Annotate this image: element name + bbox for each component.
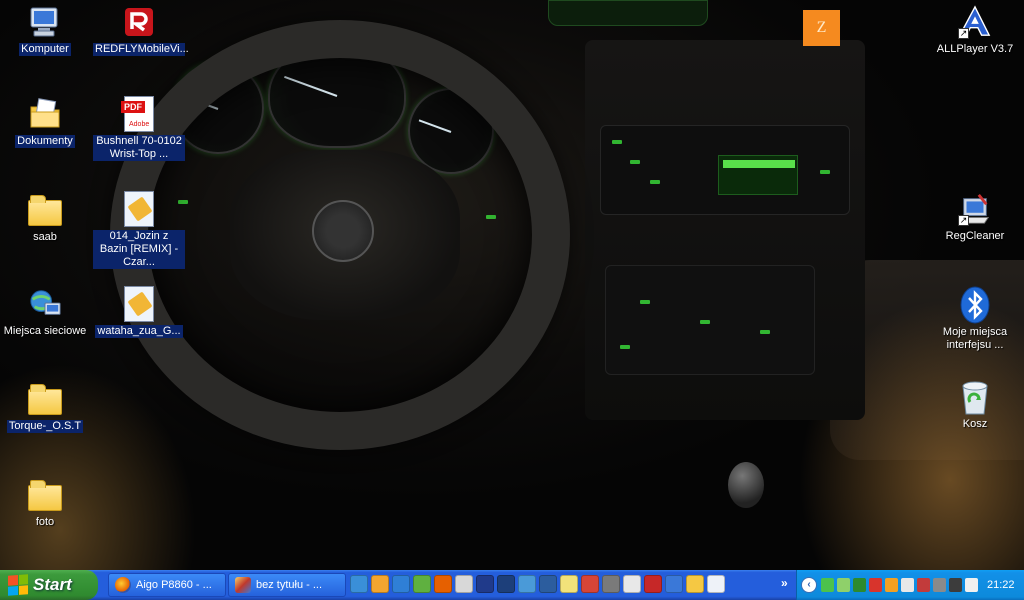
folder-icon [28,478,62,512]
desktop-icon-foto[interactable]: foto [0,478,93,529]
folder-icon[interactable] [686,575,704,593]
regcleaner-icon: ↗ [958,192,992,226]
network-places-icon [28,287,62,321]
flash-icon[interactable] [665,575,683,593]
firefox-icon[interactable] [434,575,452,593]
desktop-icon-bluetooth-places[interactable]: Moje miejsca interfejsu ... [927,286,1023,352]
orange-tile-letter: Z [816,19,827,36]
doc-icon[interactable] [707,575,725,593]
paint-icon [235,577,251,593]
a-icon[interactable] [476,575,494,593]
task-label: Aigo P8860 - ... [136,579,212,591]
vp-icon[interactable] [965,578,978,592]
globe-icon[interactable] [518,575,536,593]
wallpaper-gear-knob [728,462,764,508]
task-label: bez tytułu - ... [256,579,323,591]
system-tray: ‹ 21:22 [796,570,1024,600]
quick-launch-more-chevron[interactable]: » [781,576,788,590]
wallpaper-radio-screen [718,155,798,195]
wallpaper-top-display [548,0,708,26]
recycle-bin-icon [958,380,992,415]
my-computer-icon [28,5,62,39]
desktop-icon-label: wataha_zua_G... [95,325,183,338]
virus-icon[interactable] [869,578,882,592]
screen-icon[interactable] [539,575,557,593]
desktop-icon-label: RegCleaner [945,230,1005,242]
desktop-icon-regcleaner[interactable]: ↗ RegCleaner [927,192,1023,243]
desktop-icon-dokumenty[interactable]: Dokumenty [0,97,93,148]
taskbar: Start Aigo P8860 - ... bez tytułu - ... … [0,570,1024,600]
audio-file-icon [122,191,156,227]
wallpaper-logo-badge [312,200,374,262]
tray-expand-button[interactable]: ‹ [801,577,817,593]
desktop-icon-label: Komputer [19,43,71,56]
my-documents-icon [28,97,62,131]
redfly-app-icon [122,5,156,39]
opera-icon[interactable] [644,575,662,593]
mouse-icon[interactable] [901,578,914,592]
desktop-icon-torque[interactable]: Torque-_O.S.T [0,382,93,433]
quick-launch-bar [350,575,725,593]
desktop-icon-miejsca-sieciowe[interactable]: Miejsca sieciowe [0,287,93,338]
desktop-icon-saab[interactable]: saab [0,193,93,244]
desktop-icon-allplayer[interactable]: ↗ ALLPlayer V3.7 [927,5,1023,56]
signal-icon[interactable] [821,578,834,592]
desktop-icon-label: Torque-_O.S.T [6,420,84,433]
save-icon[interactable] [497,575,515,593]
quicktime-icon[interactable] [350,575,368,593]
desktop-icon-jozin-audio[interactable]: 014_Jozin z Bazin [REMIX] - Czar... [91,191,187,269]
desktop-wallpaper [0,0,1024,570]
network-icon[interactable] [837,578,850,592]
taskbar-task-aigo[interactable]: Aigo P8860 - ... [108,573,226,597]
desktop-icon-label: 014_Jozin z Bazin [REMIX] - Czar... [93,230,185,269]
gear-icon[interactable] [933,578,946,592]
sun-icon[interactable] [885,578,898,592]
desktop-icon-komputer[interactable]: Komputer [0,5,93,56]
vp-icon[interactable] [623,575,641,593]
chrome-icon[interactable] [581,575,599,593]
desktop-icon-redfly[interactable]: REDFLYMobileVi... [91,5,189,56]
windows-logo-icon [8,574,28,596]
folder-icon [28,193,62,227]
media-icon[interactable] [413,575,431,593]
display-icon[interactable] [949,578,962,592]
bluetooth-icon [958,286,992,324]
desktop-icon-bushnell-pdf[interactable]: PDF Adobe Bushnell 70-0102 Wrist-Top ... [91,96,187,161]
start-label: Start [33,575,72,594]
pdf-brand: Adobe [129,121,150,128]
audio-file-icon [122,286,156,322]
taskbar-task-paint[interactable]: bez tytułu - ... [228,573,346,597]
desktop-icon-label: Dokumenty [15,135,75,148]
desktop-icon-kosz[interactable]: Kosz [927,380,1023,431]
shield-icon[interactable] [917,578,930,592]
desktop-icon-wataha-audio[interactable]: wataha_zua_G... [91,286,187,338]
bulb-icon[interactable] [560,575,578,593]
start-button[interactable]: Start [0,570,98,600]
clock[interactable]: 21:22 [987,579,1015,591]
desktop-icon-label: Miejsca sieciowe [3,325,87,337]
desktop-icon-label: Moje miejsca interfejsu ... [942,326,1008,351]
keyboard-icon[interactable] [455,575,473,593]
pdf-file-icon: PDF Adobe [121,96,156,132]
desktop-icon-label: saab [33,231,57,243]
orange-app-tile[interactable]: Z [803,10,840,46]
desktop-icon-label: ALLPlayer V3.7 [936,43,1014,55]
desktop-icon-label: foto [35,516,55,528]
allplayer-icon: ↗ [958,5,992,39]
desktop-icon-label: REDFLYMobileVi... [93,43,189,56]
ie-icon[interactable] [392,575,410,593]
wallpaper-climate-panel [605,265,815,375]
pdf-tag: PDF [121,101,145,113]
desktop-icon-label: Bushnell 70-0102 Wrist-Top ... [93,135,185,161]
folder-icon [28,382,62,416]
desktop-icon-label: Kosz [962,418,988,430]
tree-icon[interactable] [853,578,866,592]
rocket-icon[interactable] [602,575,620,593]
firefox-icon [115,577,131,593]
winamp-icon[interactable] [371,575,389,593]
